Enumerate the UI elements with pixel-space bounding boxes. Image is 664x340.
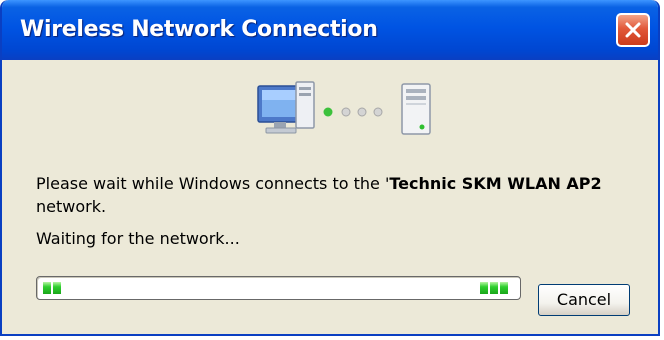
- title-bar[interactable]: Wireless Network Connection: [2, 0, 658, 60]
- connecting-message: Please wait while Windows connects to th…: [36, 172, 646, 218]
- cancel-button[interactable]: Cancel: [538, 284, 630, 316]
- network-connection-icon: [257, 81, 431, 135]
- wireless-connection-dialog: Wireless Network Connection Please wait …: [0, 0, 660, 336]
- network-name: Technic SKM WLAN AP2: [389, 174, 602, 193]
- status-text: Waiting for the network...: [36, 229, 240, 248]
- progress-chunk: [53, 282, 61, 294]
- close-button[interactable]: [616, 13, 650, 47]
- message-prefix: Please wait while Windows connects to th…: [36, 174, 390, 193]
- dialog-body: Please wait while Windows connects to th…: [2, 60, 658, 334]
- progress-chunk: [43, 282, 51, 294]
- message-suffix: network.: [36, 197, 107, 216]
- progress-chunk: [500, 282, 508, 294]
- progress-bar: [36, 276, 521, 300]
- close-icon: [625, 22, 641, 38]
- progress-chunk: [480, 282, 488, 294]
- progress-chunk: [490, 282, 498, 294]
- window-title: Wireless Network Connection: [20, 17, 378, 42]
